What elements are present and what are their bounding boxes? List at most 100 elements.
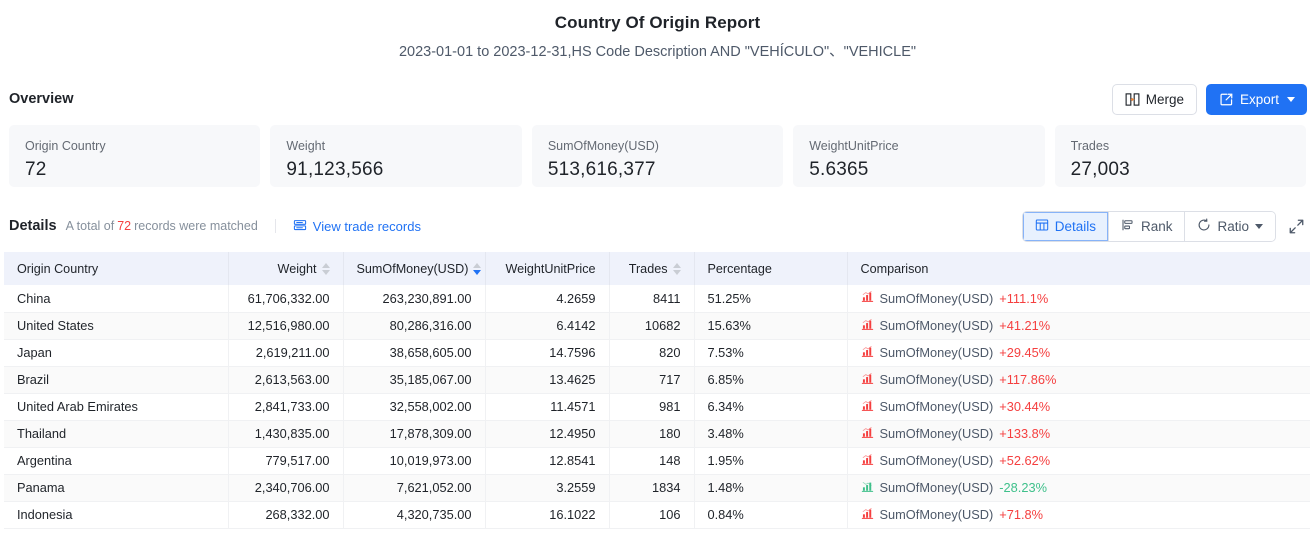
comparison-delta: +117.86% <box>999 372 1057 387</box>
chevron-down-icon <box>1287 96 1295 102</box>
column-label: Weight <box>277 261 317 276</box>
cell-origin-country: Thailand <box>4 420 229 448</box>
cell-comparison: SumOfMoney(USD) +111.1% <box>847 285 1310 313</box>
trend-up-icon <box>861 399 874 415</box>
trend-up-icon <box>861 507 874 523</box>
kpi-value: 513,616,377 <box>547 159 656 180</box>
table-icon <box>1035 218 1049 235</box>
cell-trades: 820 <box>609 339 695 367</box>
cell-weight: 2,613,563.00 <box>228 366 344 394</box>
table-row[interactable]: United States 12,516,980.00 80,286,316.00 6… <box>4 312 1310 340</box>
report-header: Country Of Origin Report 2023-01-01 to 2… <box>0 0 1315 63</box>
cell-origin-country: Argentina <box>4 447 229 475</box>
column-header-trades[interactable]: Trades <box>609 252 695 285</box>
trend-up-icon <box>861 426 874 442</box>
cell-sum-of-money: 17,878,309.00 <box>343 420 486 448</box>
trend-down-icon <box>861 480 874 496</box>
table-row[interactable]: Panama 2,340,706.00 7,621,052.00 3.2559 1834… <box>4 474 1310 502</box>
cell-percentage: 6.34% <box>694 393 848 421</box>
kpi-value: 27,003 <box>1070 159 1130 180</box>
cell-weight: 1,430,835.00 <box>228 420 344 448</box>
report-page: Country Of Origin Report 2023-01-01 to 2… <box>0 0 1315 547</box>
details-table: Origin Country Weight SumOfMoney(USD) We… <box>4 252 1310 529</box>
comparison-delta: -28.23% <box>999 480 1047 495</box>
cell-comparison: SumOfMoney(USD) +52.62% <box>847 447 1310 475</box>
column-header-weight-unit-price[interactable]: WeightUnitPrice <box>485 252 610 285</box>
details-title: Details <box>9 218 57 234</box>
cell-weight: 268,332.00 <box>228 501 344 529</box>
view-mode-ratio[interactable]: Ratio <box>1185 211 1275 241</box>
cell-comparison: SumOfMoney(USD) +117.86% <box>847 366 1310 394</box>
view-mode-label: Ratio <box>1217 218 1249 234</box>
cell-trades: 148 <box>609 447 695 475</box>
table-row[interactable]: Argentina 779,517.00 10,019,973.00 12.8541 1… <box>4 447 1310 475</box>
view-mode-details[interactable]: Details <box>1022 211 1109 241</box>
cell-weight-unit-price: 4.2659 <box>485 285 610 313</box>
view-trade-records-link[interactable]: View trade records <box>293 218 421 235</box>
cell-sum-of-money: 35,185,067.00 <box>343 366 486 394</box>
cell-comparison: SumOfMoney(USD) +71.8% <box>847 501 1310 529</box>
details-record-meta: A total of 72 records were matched <box>66 219 258 233</box>
cell-weight: 2,841,733.00 <box>228 393 344 421</box>
cell-weight: 61,706,332.00 <box>228 285 344 313</box>
view-mode-rank[interactable]: Rank <box>1108 211 1186 241</box>
table-header-row: Origin Country Weight SumOfMoney(USD) We… <box>4 252 1310 285</box>
column-label: Comparison <box>860 261 929 276</box>
details-table-wrap: Origin Country Weight SumOfMoney(USD) We… <box>0 252 1315 529</box>
fullscreen-icon[interactable] <box>1286 216 1307 237</box>
cell-sum-of-money: 80,286,316.00 <box>343 312 486 340</box>
meta-prefix: A total of <box>65 219 115 233</box>
comparison-metric-label: SumOfMoney(USD) <box>879 426 994 441</box>
kpi-value: 5.6365 <box>809 159 869 180</box>
column-header-sum-of-money[interactable]: SumOfMoney(USD) <box>343 252 486 285</box>
table-body: China 61,706,332.00 263,230,891.00 4.2659 84… <box>4 285 1310 529</box>
table-row[interactable]: Indonesia 268,332.00 4,320,735.00 16.1022 10… <box>4 501 1310 529</box>
sort-icon[interactable] <box>672 262 681 275</box>
cell-percentage: 7.53% <box>694 339 848 367</box>
comparison-metric-label: SumOfMoney(USD) <box>879 507 994 522</box>
comparison-delta: +71.8% <box>999 507 1044 522</box>
cell-comparison: SumOfMoney(USD) +41.21% <box>847 312 1310 340</box>
trend-up-icon <box>861 290 874 306</box>
cell-percentage: 0.84% <box>694 501 848 529</box>
meta-suffix: records were matched <box>134 219 258 233</box>
kpi-value: 72 <box>25 159 47 180</box>
merge-icon <box>1125 92 1140 107</box>
kpi-value: 91,123,566 <box>286 159 384 180</box>
column-header-comparison[interactable]: Comparison <box>847 252 1310 285</box>
cell-sum-of-money: 38,658,605.00 <box>343 339 486 367</box>
cell-trades: 8411 <box>609 285 695 313</box>
table-row[interactable]: China 61,706,332.00 263,230,891.00 4.2659 84… <box>4 285 1310 313</box>
cell-weight-unit-price: 16.1022 <box>485 501 610 529</box>
sort-icon-active[interactable] <box>473 262 482 275</box>
export-button[interactable]: Export <box>1205 83 1307 115</box>
comparison-delta: +111.1% <box>999 290 1049 306</box>
export-button-label: Export <box>1239 91 1279 107</box>
comparison-metric-label: SumOfMoney(USD) <box>879 399 994 414</box>
cell-weight-unit-price: 11.4571 <box>485 393 610 421</box>
merge-button[interactable]: Merge <box>1111 83 1197 115</box>
column-header-weight[interactable]: Weight <box>228 252 344 285</box>
kpi-card-weight: Weight 91,123,566 <box>270 125 522 187</box>
column-header-percentage[interactable]: Percentage <box>694 252 848 285</box>
trend-up-icon <box>861 453 874 469</box>
table-row[interactable]: United Arab Emirates 2,841,733.00 32,558,0… <box>4 393 1310 421</box>
kpi-card-origin-country: Origin Country 72 <box>9 125 261 187</box>
cell-trades: 180 <box>609 420 695 448</box>
table-row[interactable]: Thailand 1,430,835.00 17,878,309.00 12.4950… <box>4 420 1310 448</box>
table-row[interactable]: Brazil 2,613,563.00 35,185,067.00 13.4625 71… <box>4 366 1310 394</box>
table-row[interactable]: Japan 2,619,211.00 38,658,605.00 14.7596 820… <box>4 339 1310 367</box>
comparison-delta: +41.21% <box>999 318 1051 333</box>
cell-percentage: 15.63% <box>694 312 848 340</box>
column-header-origin-country[interactable]: Origin Country <box>4 252 229 285</box>
export-icon <box>1219 92 1234 107</box>
comparison-metric-label: SumOfMoney(USD) <box>879 290 994 306</box>
overview-actions: Merge Export <box>1111 83 1307 115</box>
cell-sum-of-money: 10,019,973.00 <box>343 447 486 475</box>
kpi-label: Weight <box>286 139 326 153</box>
cell-sum-of-money: 7,621,052.00 <box>343 474 486 502</box>
comparison-delta: +133.8% <box>999 426 1051 441</box>
comparison-metric-label: SumOfMoney(USD) <box>879 453 994 468</box>
sort-icon[interactable] <box>321 262 330 275</box>
cell-percentage: 6.85% <box>694 366 848 394</box>
